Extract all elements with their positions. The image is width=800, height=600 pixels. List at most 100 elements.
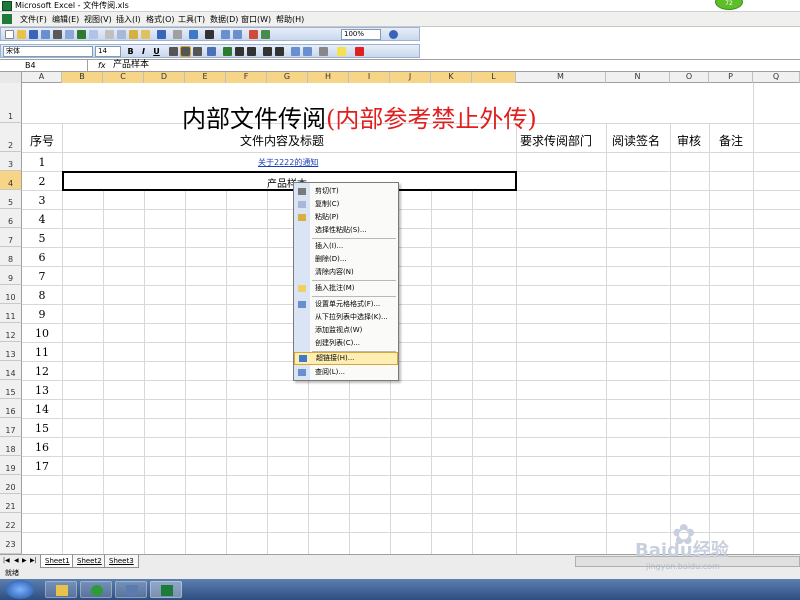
- increase-indent-icon[interactable]: [303, 47, 312, 56]
- spelling-icon[interactable]: [77, 30, 86, 39]
- insert-function-icon[interactable]: fx: [98, 60, 106, 71]
- menu-add-watch[interactable]: 添加监视点(W): [294, 324, 398, 337]
- row-header-10[interactable]: 10: [0, 285, 22, 304]
- column-header-b[interactable]: B: [62, 72, 103, 83]
- currency-icon[interactable]: [223, 47, 232, 56]
- taskbar-ie[interactable]: [80, 581, 112, 598]
- italic-button[interactable]: I: [138, 46, 149, 57]
- bold-button[interactable]: B: [125, 46, 136, 57]
- menu-paste[interactable]: 粘贴(P): [294, 211, 398, 224]
- row-header-15[interactable]: 15: [0, 380, 22, 399]
- select-all-corner[interactable]: [0, 72, 22, 83]
- chart-wizard-icon[interactable]: [249, 30, 258, 39]
- taskbar-excel[interactable]: [150, 581, 182, 598]
- underline-button[interactable]: U: [151, 46, 162, 57]
- column-header-h[interactable]: H: [308, 72, 349, 83]
- column-header-p[interactable]: P: [709, 72, 753, 83]
- column-header-j[interactable]: J: [390, 72, 431, 83]
- row-header-23[interactable]: 23: [0, 532, 22, 554]
- menu-file[interactable]: 文件(F): [20, 14, 47, 25]
- decrease-decimal-icon[interactable]: [275, 47, 284, 56]
- new-icon[interactable]: [5, 30, 14, 39]
- redo-icon[interactable]: [173, 30, 182, 39]
- paste-icon[interactable]: [129, 30, 138, 39]
- row-header-17[interactable]: 17: [0, 418, 22, 437]
- menu-delete[interactable]: 删除(D)...: [294, 253, 398, 266]
- column-header-n[interactable]: N: [606, 72, 670, 83]
- menu-cut[interactable]: 剪切(T): [294, 185, 398, 198]
- menu-insert[interactable]: 插入(I)...: [294, 240, 398, 253]
- menu-edit[interactable]: 编辑(E): [52, 14, 79, 25]
- menu-data[interactable]: 数据(D): [210, 14, 238, 25]
- menu-help[interactable]: 帮助(H): [276, 14, 304, 25]
- menu-paste-special[interactable]: 选择性粘贴(S)...: [294, 224, 398, 237]
- taskbar-network[interactable]: [115, 581, 147, 598]
- sort-ascending-icon[interactable]: [221, 30, 230, 39]
- merge-center-icon[interactable]: [207, 47, 216, 56]
- align-center-icon[interactable]: [180, 46, 191, 57]
- research-icon[interactable]: [89, 30, 98, 39]
- align-left-icon[interactable]: [169, 47, 178, 56]
- sheet-tab-sheet2[interactable]: Sheet2: [72, 555, 107, 568]
- menu-format[interactable]: 格式(O): [146, 14, 175, 25]
- notification-badge[interactable]: 72: [715, 0, 743, 10]
- row-header-21[interactable]: 21: [0, 494, 22, 513]
- menu-insert-comment[interactable]: 插入批注(M): [294, 282, 398, 295]
- fill-color-icon[interactable]: [337, 47, 346, 56]
- formula-input[interactable]: 产品样本: [113, 60, 149, 71]
- print-preview-icon[interactable]: [65, 30, 74, 39]
- menu-clear-contents[interactable]: 清除内容(N): [294, 266, 398, 279]
- menu-create-list[interactable]: 创建列表(C)...: [294, 337, 398, 350]
- menu-lookup[interactable]: 查阅(L)...: [294, 366, 398, 379]
- hyperlink-icon[interactable]: [189, 30, 198, 39]
- print-icon[interactable]: [53, 30, 62, 39]
- first-sheet-icon[interactable]: |◀: [3, 557, 10, 564]
- last-sheet-icon[interactable]: ▶|: [30, 557, 37, 564]
- notice-hyperlink[interactable]: 关于2222的通知: [258, 157, 318, 168]
- font-size-select[interactable]: 14: [95, 46, 121, 57]
- row-header-18[interactable]: 18: [0, 437, 22, 456]
- row-header-12[interactable]: 12: [0, 323, 22, 342]
- row-header-13[interactable]: 13: [0, 342, 22, 361]
- format-painter-icon[interactable]: [141, 30, 150, 39]
- row-header-3[interactable]: 3: [0, 152, 22, 171]
- cell-area[interactable]: 内部文件传阅(内部参考禁止外传) 序号 文件内容及标题 要求传阅部门 阅读签名 …: [22, 83, 800, 554]
- start-button[interactable]: [6, 580, 34, 599]
- comma-style-icon[interactable]: [247, 47, 256, 56]
- autosum-icon[interactable]: [205, 30, 214, 39]
- menu-hyperlink[interactable]: 超链接(H)...: [294, 352, 398, 365]
- sheet-tab-sheet3[interactable]: Sheet3: [104, 555, 139, 568]
- percent-icon[interactable]: [235, 47, 244, 56]
- menu-insert[interactable]: 插入(I): [116, 14, 141, 25]
- column-header-l[interactable]: L: [472, 72, 516, 83]
- row-header-20[interactable]: 20: [0, 475, 22, 494]
- column-header-q[interactable]: Q: [753, 72, 800, 83]
- row-header-11[interactable]: 11: [0, 304, 22, 323]
- column-header-i[interactable]: I: [349, 72, 390, 83]
- font-color-icon[interactable]: [355, 47, 364, 56]
- column-header-d[interactable]: D: [144, 72, 185, 83]
- excel-app-icon[interactable]: [2, 1, 12, 11]
- cut-icon[interactable]: [105, 30, 114, 39]
- menu-view[interactable]: 视图(V): [84, 14, 112, 25]
- increase-decimal-icon[interactable]: [263, 47, 272, 56]
- column-header-m[interactable]: M: [516, 72, 606, 83]
- row-header-4[interactable]: 4: [0, 171, 22, 190]
- font-name-select[interactable]: 宋体: [3, 46, 93, 57]
- borders-icon[interactable]: [319, 47, 328, 56]
- menu-format-cells[interactable]: 设置单元格格式(F)...: [294, 298, 398, 311]
- row-header-9[interactable]: 9: [0, 266, 22, 285]
- column-header-f[interactable]: F: [226, 72, 267, 83]
- menu-copy[interactable]: 复制(C): [294, 198, 398, 211]
- help-icon[interactable]: [389, 30, 398, 39]
- drawing-icon[interactable]: [261, 30, 270, 39]
- taskbar-explorer[interactable]: [45, 581, 77, 598]
- row-header-1[interactable]: 1: [0, 83, 22, 123]
- prev-sheet-icon[interactable]: ◀: [14, 557, 19, 564]
- copy-icon[interactable]: [117, 30, 126, 39]
- name-box[interactable]: B4: [0, 60, 88, 72]
- menu-window[interactable]: 窗口(W): [241, 14, 271, 25]
- open-icon[interactable]: [17, 30, 26, 39]
- row-header-22[interactable]: 22: [0, 513, 22, 532]
- row-header-5[interactable]: 5: [0, 190, 22, 209]
